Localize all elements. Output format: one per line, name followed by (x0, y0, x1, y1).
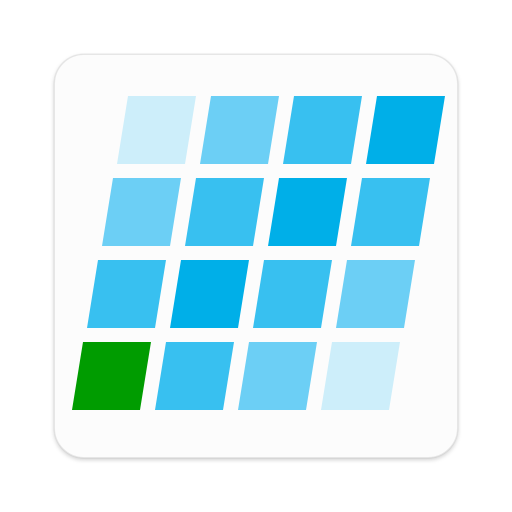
canvas (0, 0, 512, 512)
tile-r3-c1 (87, 260, 166, 328)
tile-grid-icon (72, 96, 445, 410)
tile-r2-c3 (268, 178, 347, 246)
tile-r1-c3 (283, 96, 362, 164)
tile-r1-c2 (200, 96, 279, 164)
tile-r4-c3 (238, 342, 317, 410)
tile-r2-c2 (185, 178, 264, 246)
tile-r4-c1 (72, 342, 151, 410)
tile-r2-c4 (351, 178, 430, 246)
tile-r4-c4 (321, 342, 400, 410)
tile-r4-c2 (155, 342, 234, 410)
tile-r3-c3 (253, 260, 332, 328)
tile-r3-c2 (170, 260, 249, 328)
tile-r2-c1 (102, 178, 181, 246)
tile-r3-c4 (336, 260, 415, 328)
tile-r1-c1 (117, 96, 196, 164)
tile-r1-c4 (366, 96, 445, 164)
